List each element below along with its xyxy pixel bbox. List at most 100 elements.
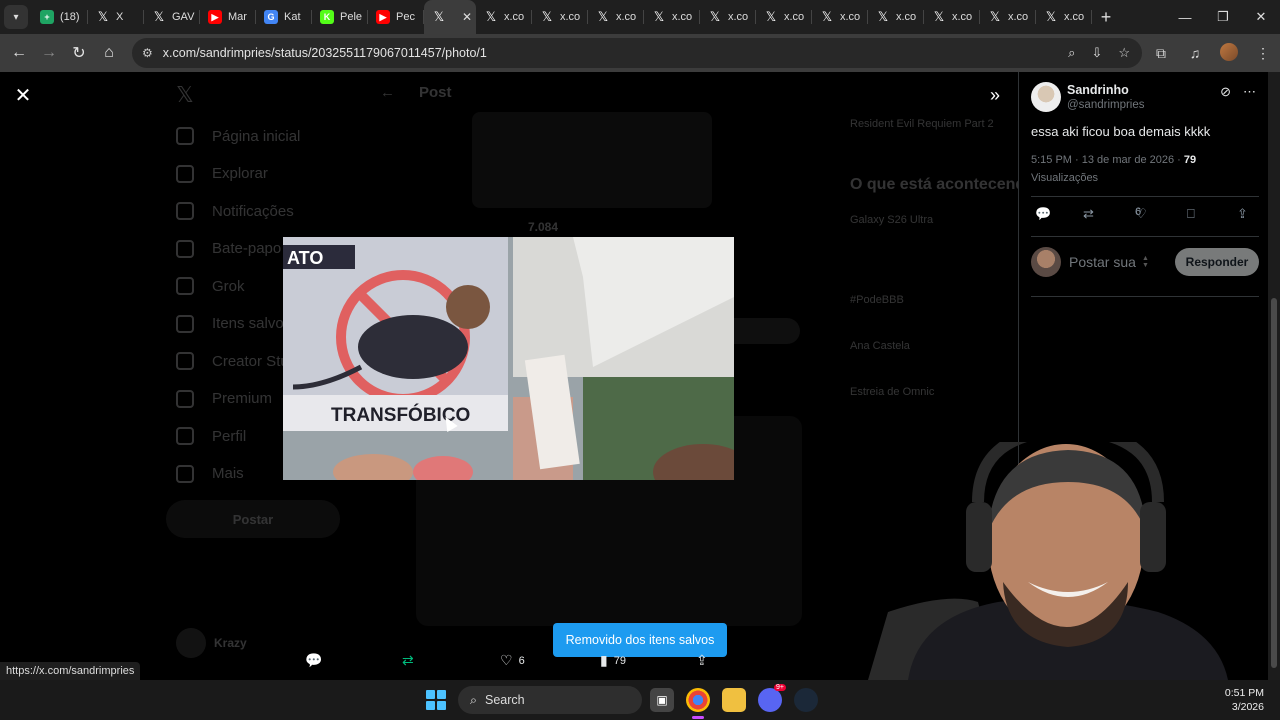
windows-start-icon[interactable] xyxy=(426,690,446,710)
close-icon[interactable]: ✕ xyxy=(12,84,34,107)
author-avatar[interactable] xyxy=(1031,82,1061,112)
side-like-button[interactable]: ♡ 6 xyxy=(1135,206,1147,221)
collapse-panel-icon[interactable]: » xyxy=(984,84,1006,106)
tab-title: x.co xyxy=(616,11,637,23)
nav-icon xyxy=(176,202,194,220)
side-share-icon[interactable]: ⇪ xyxy=(1237,206,1248,222)
background-nav-item: Explorar xyxy=(176,162,268,186)
discord-icon[interactable]: 9+ xyxy=(758,684,786,712)
views-label: Visualizações xyxy=(1031,172,1099,184)
system-clock[interactable]: 0:51 PM 3/2026 xyxy=(1225,686,1264,714)
share-icon: ⇪ xyxy=(696,652,708,668)
author-name[interactable]: Sandrinho xyxy=(1067,83,1145,97)
site-info-icon[interactable]: ⚙ xyxy=(142,46,153,60)
browser-tab[interactable]: 𝕏x.co xyxy=(700,0,756,34)
close-tab-icon[interactable]: ✕ xyxy=(462,10,472,24)
browser-tab[interactable]: K Pele xyxy=(312,0,368,34)
views-button[interactable]: ▮ 79 xyxy=(600,652,626,669)
taskbar-search[interactable]: ⌕ Search xyxy=(458,686,642,714)
new-tab-button[interactable]: + xyxy=(1092,7,1120,28)
browser-tab[interactable]: 𝕏x.co xyxy=(588,0,644,34)
close-window-icon[interactable]: ✕ xyxy=(1242,0,1280,34)
browser-tab[interactable]: 𝕏x.co xyxy=(924,0,980,34)
back-arrow-icon[interactable]: ← xyxy=(4,38,34,68)
reply-composer: Postar sua ▲ ▼ Responder xyxy=(1031,246,1259,278)
background-nav-item: Mais xyxy=(176,462,244,486)
browser-tab[interactable]: 𝕏x.co xyxy=(868,0,924,34)
browser-tab[interactable]: 𝕏x.co xyxy=(1036,0,1092,34)
repost-icon: ⇄ xyxy=(402,652,414,668)
steam-icon[interactable] xyxy=(794,688,818,712)
reply-icon: 💬 xyxy=(305,652,323,668)
engagement-bar: 💬 ⇄ ♡ 6 ⎕ ⇪ xyxy=(1031,206,1259,226)
nav-icon xyxy=(176,352,194,370)
browser-tab[interactable]: 𝕏x.co xyxy=(812,0,868,34)
zoom-icon[interactable]: ⌕ xyxy=(1068,45,1075,61)
page-scrollbar[interactable] xyxy=(1268,72,1280,680)
tab-list: + (18) 𝕏 X 𝕏 GAV ▶ Mar G Kat K Pele ▶ Pec 𝕏 ✕ 𝕏x.co 𝕏x.co… xyxy=(32,0,1092,34)
chrome-icon[interactable] xyxy=(686,688,710,712)
side-repost-icon[interactable]: ⇄ xyxy=(1083,206,1094,222)
author-handle[interactable]: @sandrimpries xyxy=(1067,99,1145,111)
tab-search-button[interactable]: ▾ xyxy=(4,5,28,29)
browser-tab[interactable]: 𝕏X xyxy=(88,0,144,34)
repost-button[interactable]: ⇄ xyxy=(402,652,414,669)
nav-label: Grok xyxy=(212,277,245,295)
browser-tab[interactable]: 𝕏 ✕ xyxy=(424,0,476,34)
background-nav-item: Perfil xyxy=(176,424,246,448)
browser-tab[interactable]: ▶ Mar xyxy=(200,0,256,34)
youtube-icon: ▶ xyxy=(208,10,222,24)
x-logo-icon: 𝕏 xyxy=(653,9,665,24)
minimize-icon[interactable]: — xyxy=(1166,0,1204,34)
nav-icon xyxy=(176,427,194,445)
x-logo-icon: 𝕏 xyxy=(877,9,889,24)
x-logo-icon: 𝕏 xyxy=(933,9,945,24)
reply-button[interactable]: 💬 xyxy=(305,652,322,669)
side-reply-icon[interactable]: 💬 xyxy=(1035,206,1051,222)
home-icon[interactable]: ⌂ xyxy=(94,38,124,68)
background-post-button: Postar xyxy=(166,500,340,538)
menu-kebab-icon[interactable]: ⋮ xyxy=(1246,45,1280,62)
background-video xyxy=(472,112,712,208)
reply-button-submit[interactable]: Responder xyxy=(1175,248,1259,276)
nav-label: Mais xyxy=(212,465,244,482)
url-text: x.com/sandrimpries/status/20325511790670… xyxy=(162,46,487,60)
browser-tab[interactable]: ▶ Pec xyxy=(368,0,424,34)
browser-tab[interactable]: G Kat xyxy=(256,0,312,34)
browser-tab[interactable]: 𝕏x.co xyxy=(476,0,532,34)
share-button[interactable]: ⇪ xyxy=(696,652,708,669)
install-app-icon[interactable]: ⇩ xyxy=(1091,45,1102,61)
side-bookmark-icon[interactable]: ⎕ xyxy=(1187,206,1195,222)
file-explorer-icon[interactable] xyxy=(722,688,746,712)
restore-icon[interactable]: ❐ xyxy=(1204,0,1242,34)
browser-tab[interactable]: 𝕏x.co xyxy=(756,0,812,34)
timestamp[interactable]: 5:15 PM · 13 de mar de 2026 · xyxy=(1031,154,1184,166)
reply-input[interactable]: Postar sua xyxy=(1069,254,1136,270)
like-button[interactable]: ♡ 6 xyxy=(500,652,525,669)
nav-icon xyxy=(176,314,194,333)
chevron-down-icon: ▾ xyxy=(13,11,19,23)
browser-tab[interactable]: 𝕏x.co xyxy=(980,0,1036,34)
grok-icon[interactable]: ⊘ xyxy=(1220,84,1231,100)
profile-avatar[interactable] xyxy=(1212,42,1246,64)
extensions-icon[interactable]: ⧉ xyxy=(1144,45,1178,62)
media-control-icon[interactable]: ♫ xyxy=(1178,45,1212,61)
browser-tab[interactable]: 𝕏x.co xyxy=(532,0,588,34)
browser-tab[interactable]: 𝕏 GAV xyxy=(144,0,200,34)
forward-arrow-icon[interactable]: → xyxy=(34,38,64,68)
photo-viewer-image[interactable]: ATO TRANSFÓBICO xyxy=(283,237,734,480)
heart-icon: ♡ xyxy=(500,652,513,668)
side-heart-icon: ♡ xyxy=(1135,206,1147,221)
tab-title: x.co xyxy=(840,11,861,23)
tab-title: x.co xyxy=(504,11,525,23)
reload-icon[interactable]: ↻ xyxy=(64,38,94,68)
address-bar[interactable]: ⚙ x.com/sandrimpries/status/203255117906… xyxy=(132,38,1142,68)
tab-title: Pec xyxy=(396,11,415,23)
browser-tab[interactable]: + (18) xyxy=(32,0,88,34)
scrollbar-thumb[interactable] xyxy=(1271,298,1277,668)
more-options-icon[interactable]: ⋯ xyxy=(1243,84,1256,100)
task-view-icon[interactable]: ▣ xyxy=(650,688,674,712)
browser-tab[interactable]: 𝕏x.co xyxy=(644,0,700,34)
author-block[interactable]: Sandrinho @sandrimpries xyxy=(1031,82,1145,112)
bookmark-star-icon[interactable]: ☆ xyxy=(1118,45,1130,61)
